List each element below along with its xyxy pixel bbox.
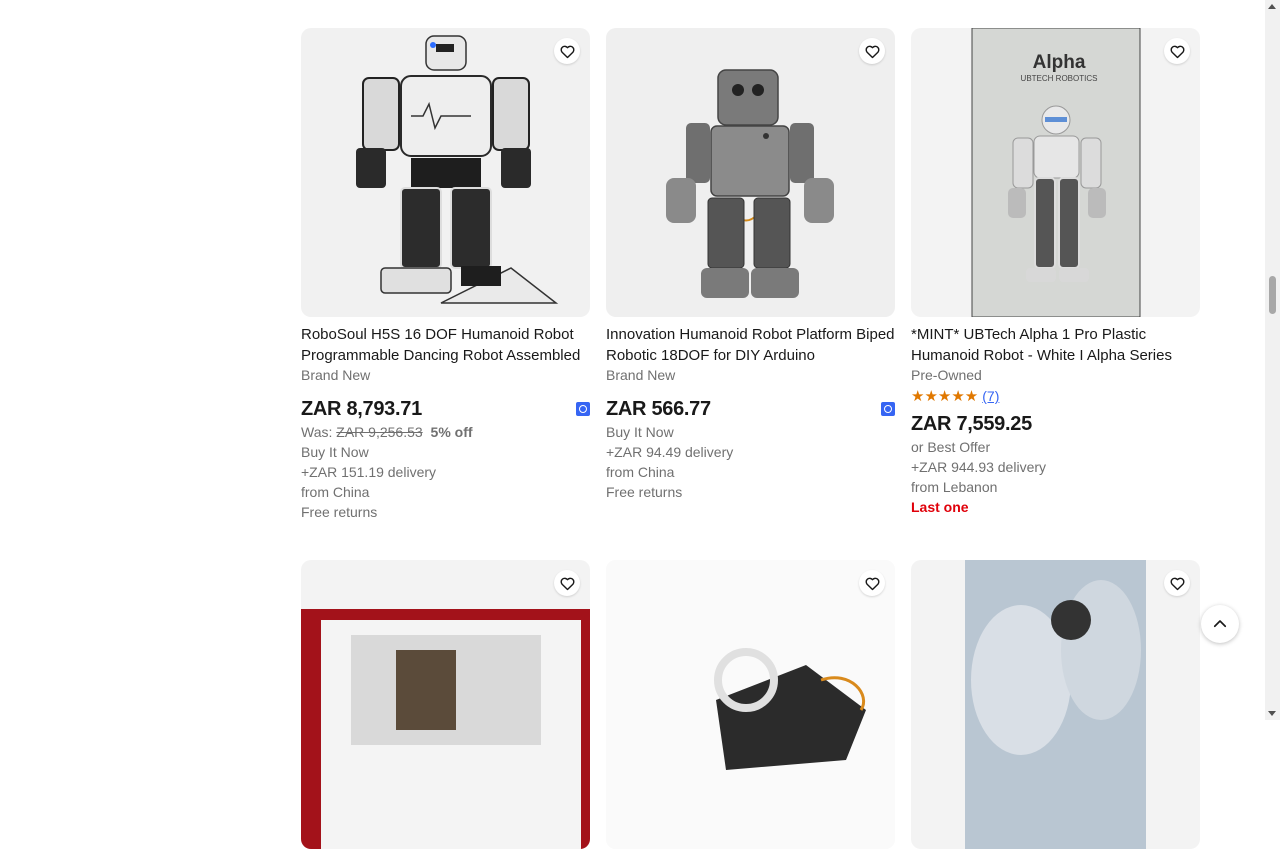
delivery-cost: +ZAR 94.49 delivery xyxy=(606,444,734,460)
item-location: from Lebanon xyxy=(911,479,998,495)
buy-format: or Best Offer xyxy=(911,439,991,455)
scroll-thumb[interactable] xyxy=(1269,276,1276,314)
returns-info: Free returns xyxy=(301,504,378,520)
item-location: from China xyxy=(606,464,675,480)
sponsored-badge-icon[interactable] xyxy=(576,402,590,416)
watch-heart-button[interactable] xyxy=(859,38,885,64)
discount-label: 5% off xyxy=(430,424,473,440)
heart-icon xyxy=(865,45,879,58)
box-brand-text: Alpha xyxy=(1033,52,1086,73)
box-sub-text: UBTECH ROBOTICS xyxy=(1021,74,1098,83)
watch-heart-button[interactable] xyxy=(1164,570,1190,596)
watch-heart-button[interactable] xyxy=(554,38,580,64)
listing-title[interactable]: RoboSoul H5S 16 DOF Humanoid Robot Progr… xyxy=(301,324,590,366)
listing-card[interactable] xyxy=(606,560,895,849)
listing-title[interactable]: *MINT* UBTech Alpha 1 Pro Plastic Humano… xyxy=(911,324,1200,366)
listing-image[interactable]: Alpha UBTECH ROBOTICS xyxy=(911,28,1200,317)
listing-title[interactable]: Innovation Humanoid Robot Platform Biped… xyxy=(606,324,895,366)
listing-card[interactable] xyxy=(911,560,1200,849)
listing-image[interactable] xyxy=(606,560,895,849)
listing-condition: Brand New xyxy=(301,367,371,383)
listing-card[interactable] xyxy=(301,560,590,849)
heart-icon xyxy=(560,45,574,58)
was-price-line: Was: ZAR 9,256.53 5% off xyxy=(301,422,590,442)
listing-condition: Pre-Owned xyxy=(911,367,982,383)
urgency-label: Last one xyxy=(911,499,969,515)
delivery-cost: +ZAR 151.19 delivery xyxy=(301,464,437,480)
listing-price: ZAR 8,793.71 xyxy=(301,397,422,420)
rating: ★★★★★ (7) xyxy=(911,387,1200,405)
listing-card[interactable]: Innovation Humanoid Robot Platform Biped… xyxy=(606,28,895,502)
listing-image[interactable] xyxy=(606,28,895,317)
watch-heart-button[interactable] xyxy=(554,570,580,596)
listing-image[interactable] xyxy=(911,560,1200,849)
watch-heart-button[interactable] xyxy=(859,570,885,596)
heart-icon xyxy=(1170,45,1184,58)
heart-icon xyxy=(865,577,879,590)
buy-format: Buy It Now xyxy=(301,444,369,460)
chevron-up-icon xyxy=(1213,620,1227,628)
item-location: from China xyxy=(301,484,370,500)
heart-icon xyxy=(560,577,574,590)
humanoid-robot-white-photo xyxy=(356,35,559,304)
heart-icon xyxy=(1170,577,1184,590)
delivery-cost: +ZAR 944.93 delivery xyxy=(911,459,1047,475)
back-to-top-button[interactable] xyxy=(1201,605,1239,643)
boxed-robot-kit-photo xyxy=(301,609,590,849)
listing-card[interactable]: Alpha UBTECH ROBOTICS *MINT* UBTech Alph… xyxy=(911,28,1200,517)
sponsored-badge-icon[interactable] xyxy=(881,402,895,416)
scroll-down-arrow-icon[interactable] xyxy=(1268,711,1276,716)
was-label: Was: xyxy=(301,424,333,440)
returns-info: Free returns xyxy=(606,484,683,500)
listing-image[interactable] xyxy=(301,28,590,317)
listing-card[interactable]: RoboSoul H5S 16 DOF Humanoid Robot Progr… xyxy=(301,28,590,522)
robot-heads-photo xyxy=(965,560,1146,849)
listing-image[interactable] xyxy=(301,560,590,849)
robot-arm-kit-photo xyxy=(606,560,895,849)
listing-condition: Brand New xyxy=(606,367,676,383)
alpha-robot-box-photo: Alpha UBTECH ROBOTICS xyxy=(971,28,1141,317)
was-price: ZAR 9,256.53 xyxy=(336,424,423,440)
scroll-up-arrow-icon[interactable] xyxy=(1268,4,1276,9)
scrollbar[interactable] xyxy=(1265,0,1280,720)
rating-count-link[interactable]: (7) xyxy=(982,388,999,404)
listing-price: ZAR 7,559.25 xyxy=(911,412,1032,435)
listing-price: ZAR 566.77 xyxy=(606,397,711,420)
watch-heart-button[interactable] xyxy=(1164,38,1190,64)
humanoid-robot-grey-photo xyxy=(666,69,834,298)
star-rating-icon: ★★★★★ xyxy=(911,388,979,405)
buy-format: Buy It Now xyxy=(606,424,674,440)
